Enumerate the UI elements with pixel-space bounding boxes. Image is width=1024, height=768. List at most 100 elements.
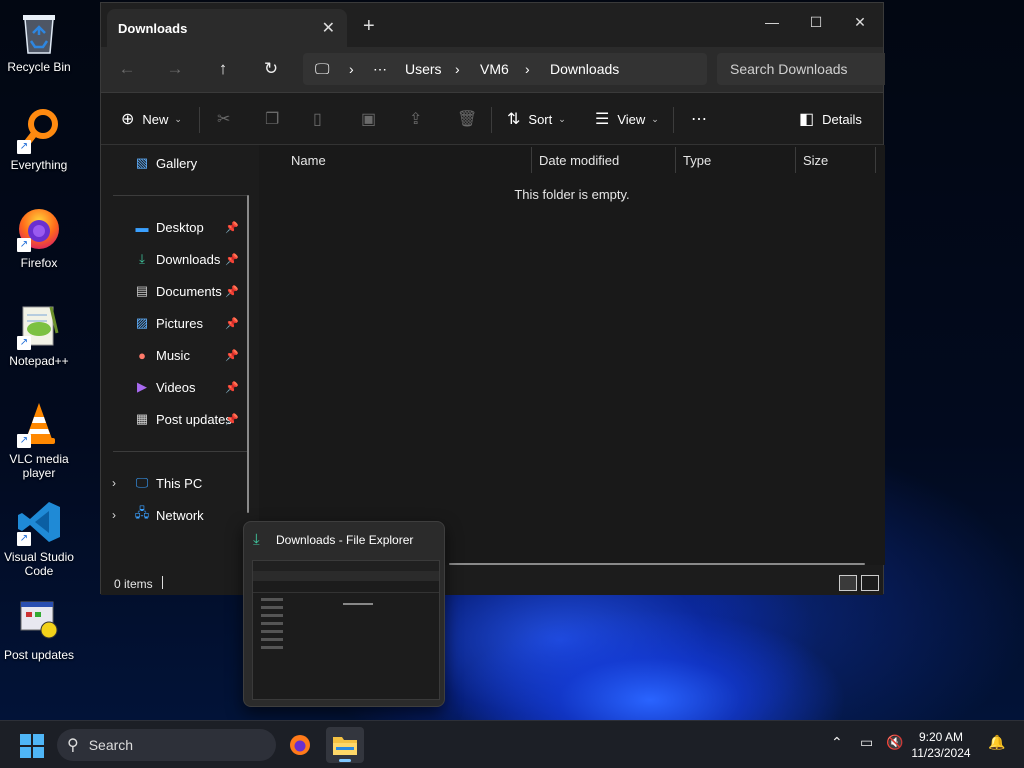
show-hidden-icons-button[interactable]: ⌃ xyxy=(831,735,843,751)
rename-button[interactable]: ▣ xyxy=(361,107,384,131)
firefox-icon: ↗ xyxy=(15,204,63,252)
refresh-button[interactable]: ↻ xyxy=(255,55,287,83)
horizontal-scrollbar[interactable] xyxy=(449,563,865,565)
delete-button[interactable]: 🗑 xyxy=(457,107,485,131)
nav-item-videos[interactable]: ▶ Videos 📌 xyxy=(101,373,247,401)
paste-button[interactable]: ▯ xyxy=(313,107,330,131)
shortcut-arrow-icon: ↗ xyxy=(17,434,31,448)
windows-logo-icon xyxy=(20,734,31,745)
close-window-button[interactable]: ✕ xyxy=(837,9,883,35)
column-divider[interactable] xyxy=(795,147,796,173)
clock-date: 11/23/2024 xyxy=(911,746,971,760)
up-button[interactable]: ↑ xyxy=(207,55,239,83)
back-button[interactable]: ← xyxy=(111,55,143,83)
share-button[interactable]: ⇪ xyxy=(409,107,430,131)
everything-search-icon: ↗ xyxy=(15,106,63,154)
status-bar: 0 items xyxy=(101,569,883,595)
nav-item-this-pc[interactable]: › 🖵 This PC xyxy=(101,469,247,497)
network-icon[interactable]: ▭ xyxy=(860,735,873,751)
firefox-icon xyxy=(290,735,310,755)
breadcrumb-downloads[interactable]: Downloads xyxy=(550,61,619,77)
pin-icon[interactable]: 📌 xyxy=(225,381,239,394)
close-tab-icon[interactable]: ✕ xyxy=(322,18,335,38)
expand-chevron-icon[interactable]: › xyxy=(112,508,116,522)
nav-item-pictures[interactable]: ▨ Pictures 📌 xyxy=(101,309,247,337)
pin-icon[interactable]: 📌 xyxy=(225,413,239,426)
view-button[interactable]: ☰ View ⌄ xyxy=(595,107,659,131)
nav-scrollbar[interactable] xyxy=(247,195,249,513)
copy-button[interactable]: ❐ xyxy=(265,107,287,131)
volume-muted-icon[interactable]: 🔇 xyxy=(886,735,903,751)
text-caret xyxy=(162,576,163,589)
nav-divider xyxy=(113,451,247,452)
notification-bell-icon[interactable]: 🔔 xyxy=(988,735,1005,751)
file-explorer-window: Downloads ✕ + — ☐ ✕ ← → ↑ ↻ 🖵 › ⋯ Users … xyxy=(100,2,885,595)
search-label: Search xyxy=(88,737,134,753)
new-tab-button[interactable]: + xyxy=(363,15,375,38)
cut-button[interactable]: ✂ xyxy=(217,107,238,131)
more-options-button[interactable]: ⋯ xyxy=(691,107,707,131)
desktop-icon-label: Recycle Bin xyxy=(7,60,71,74)
taskbar-search-box[interactable]: ⚲ Search xyxy=(57,729,276,761)
pin-icon[interactable]: 📌 xyxy=(225,221,239,234)
nav-item-post-updates[interactable]: ▦ Post updates 📌 xyxy=(101,405,247,433)
taskbar-file-explorer-button[interactable] xyxy=(326,727,364,763)
nav-item-music[interactable]: ● Music 📌 xyxy=(101,341,247,369)
column-header-type[interactable]: Type xyxy=(683,145,711,175)
nav-label: Music xyxy=(156,347,190,363)
nav-item-gallery[interactable]: ▧ Gallery xyxy=(101,149,247,177)
pin-icon[interactable]: 📌 xyxy=(225,285,239,298)
gallery-icon: ▧ xyxy=(135,155,149,170)
chevron-down-icon: ⌄ xyxy=(174,113,182,124)
search-downloads-input[interactable]: Search Downloads xyxy=(717,53,885,85)
clock[interactable]: 9:20 AM 11/23/2024 xyxy=(902,729,980,761)
column-header-date-modified[interactable]: Date modified xyxy=(539,145,619,175)
large-icons-view-toggle[interactable] xyxy=(861,575,879,591)
nav-label: Documents xyxy=(156,283,222,299)
nav-item-network[interactable]: › 🖧 Network xyxy=(101,501,247,529)
sort-button[interactable]: ⇅ Sort ⌄ xyxy=(507,107,566,131)
tab-downloads[interactable]: Downloads ✕ xyxy=(107,9,347,47)
command-bar: ⊕ New ⌄ ✂ ❐ ▯ ▣ ⇪ 🗑 ⇅ Sort ⌄ ☰ View ⌄ ⋯ … xyxy=(101,93,883,145)
breadcrumb-overflow-button[interactable]: ⋯ xyxy=(373,61,387,78)
copy-icon: ❐ xyxy=(265,111,280,128)
nav-item-downloads[interactable]: ⤓ Downloads 📌 xyxy=(101,245,247,273)
pin-icon[interactable]: 📌 xyxy=(225,253,239,266)
taskbar-firefox-button[interactable] xyxy=(281,727,319,763)
column-header-name[interactable]: Name xyxy=(291,145,326,175)
sort-label: Sort xyxy=(528,111,553,127)
desktop-icon-post-updates[interactable]: Post updates xyxy=(2,596,76,662)
breadcrumb-vm6[interactable]: VM6 xyxy=(480,61,509,77)
desktop-icon-vlc[interactable]: ↗ VLC media player xyxy=(2,400,76,480)
pin-icon[interactable]: 📌 xyxy=(225,317,239,330)
pin-icon[interactable]: 📌 xyxy=(225,349,239,362)
column-divider[interactable] xyxy=(675,147,676,173)
details-view-toggle[interactable] xyxy=(839,575,857,591)
breadcrumb-separator: › xyxy=(455,61,460,77)
taskbar-thumbnail-preview[interactable]: ⤓ Downloads - File Explorer xyxy=(243,521,445,707)
desktop-icon-everything[interactable]: ↗ Everything xyxy=(2,106,76,172)
address-bar[interactable]: 🖵 › ⋯ Users › VM6 › Downloads xyxy=(303,53,707,85)
forward-button[interactable]: → xyxy=(159,55,191,83)
column-header-size[interactable]: Size xyxy=(803,145,828,175)
downloads-icon: ⤓ xyxy=(253,530,260,548)
search-icon: ⚲ xyxy=(67,737,79,754)
maximize-button[interactable]: ☐ xyxy=(793,9,839,35)
nav-item-desktop[interactable]: ▬ Desktop 📌 xyxy=(101,213,247,241)
minimize-button[interactable]: — xyxy=(749,9,795,35)
breadcrumb-users[interactable]: Users xyxy=(405,61,442,77)
desktop-icon-vscode[interactable]: ↗ Visual Studio Code xyxy=(2,498,76,578)
desktop-icon-firefox[interactable]: ↗ Firefox xyxy=(2,204,76,270)
details-pane-button[interactable]: ◧ Details xyxy=(799,107,862,131)
new-button[interactable]: ⊕ New ⌄ xyxy=(121,107,182,131)
desktop-icon-notepadpp[interactable]: ↗ Notepad++ xyxy=(2,302,76,368)
column-divider[interactable] xyxy=(875,147,876,173)
network-icon: 🖧 xyxy=(134,505,150,520)
desktop-icon-recycle-bin[interactable]: Recycle Bin xyxy=(2,8,76,74)
start-button[interactable] xyxy=(20,734,44,758)
desktop-icon-label: Post updates xyxy=(3,648,75,662)
expand-chevron-icon[interactable]: › xyxy=(112,476,116,490)
nav-item-documents[interactable]: ▤ Documents 📌 xyxy=(101,277,247,305)
column-divider[interactable] xyxy=(531,147,532,173)
desktop-icon-label: Everything xyxy=(10,158,68,172)
